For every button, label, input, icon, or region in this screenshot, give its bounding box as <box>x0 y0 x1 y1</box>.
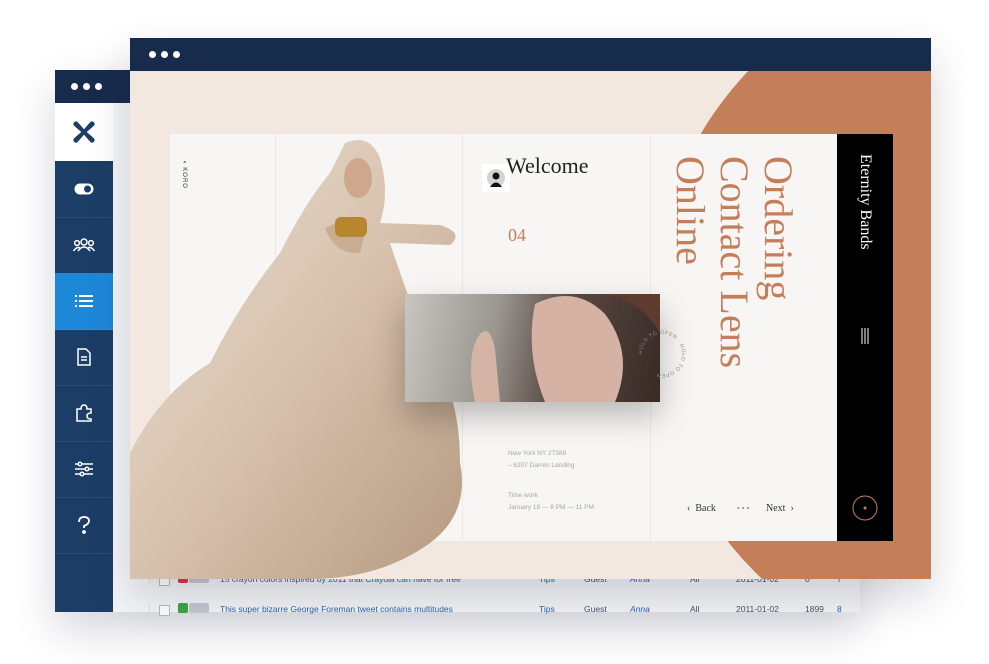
back-button[interactable]: ‹ Back <box>687 503 716 514</box>
window-controls[interactable] <box>71 83 102 90</box>
menu-icon[interactable] <box>860 328 870 349</box>
article-title[interactable]: This super bizarre George Foreman tweet … <box>220 604 453 614</box>
preview-window: ◖ KORO Welcome 04 New York NY 27389 – 62… <box>130 38 931 579</box>
inset-photo[interactable] <box>405 294 660 402</box>
table-row[interactable]: ⋮ This super bizarre George Foreman twee… <box>131 597 861 621</box>
access: Guest <box>584 604 607 614</box>
circle-button[interactable] <box>851 494 879 527</box>
window-controls[interactable] <box>149 51 180 58</box>
hold-to-open-badge[interactable]: HOLD TO OPEN · HOLD TO OPEN · <box>636 328 688 380</box>
hits: 1899 <box>805 604 824 614</box>
published-icon[interactable] <box>178 603 188 613</box>
svg-text:HOLD TO OPEN · HOLD TO OPEN ·: HOLD TO OPEN · HOLD TO OPEN · <box>638 330 686 378</box>
users-icon[interactable] <box>55 217 113 274</box>
document-icon[interactable] <box>55 329 113 386</box>
preview-titlebar <box>130 38 931 71</box>
joomla-logo-icon[interactable] <box>55 103 113 161</box>
admin-sidebar <box>55 161 113 612</box>
date: 2011-01-02 <box>736 604 779 614</box>
category[interactable]: Tips <box>539 604 555 614</box>
id: 8 <box>837 604 842 614</box>
sliders-icon[interactable] <box>55 441 113 498</box>
list-icon[interactable] <box>55 273 113 330</box>
side-menu-panel: Eternity Bands <box>837 134 893 541</box>
language: All <box>690 604 700 614</box>
status-dropdown[interactable] <box>189 603 209 613</box>
side-title: Eternity Bands <box>857 154 874 250</box>
help-icon[interactable] <box>55 497 113 554</box>
row-checkbox[interactable] <box>159 605 170 616</box>
slider-dots[interactable]: • • • <box>737 504 749 513</box>
headline: Ordering Contact Lens Online <box>668 156 801 369</box>
toggle-icon[interactable] <box>55 161 113 218</box>
next-button[interactable]: Next › <box>766 503 794 514</box>
puzzle-icon[interactable] <box>55 385 113 442</box>
author[interactable]: Anna <box>630 604 650 614</box>
